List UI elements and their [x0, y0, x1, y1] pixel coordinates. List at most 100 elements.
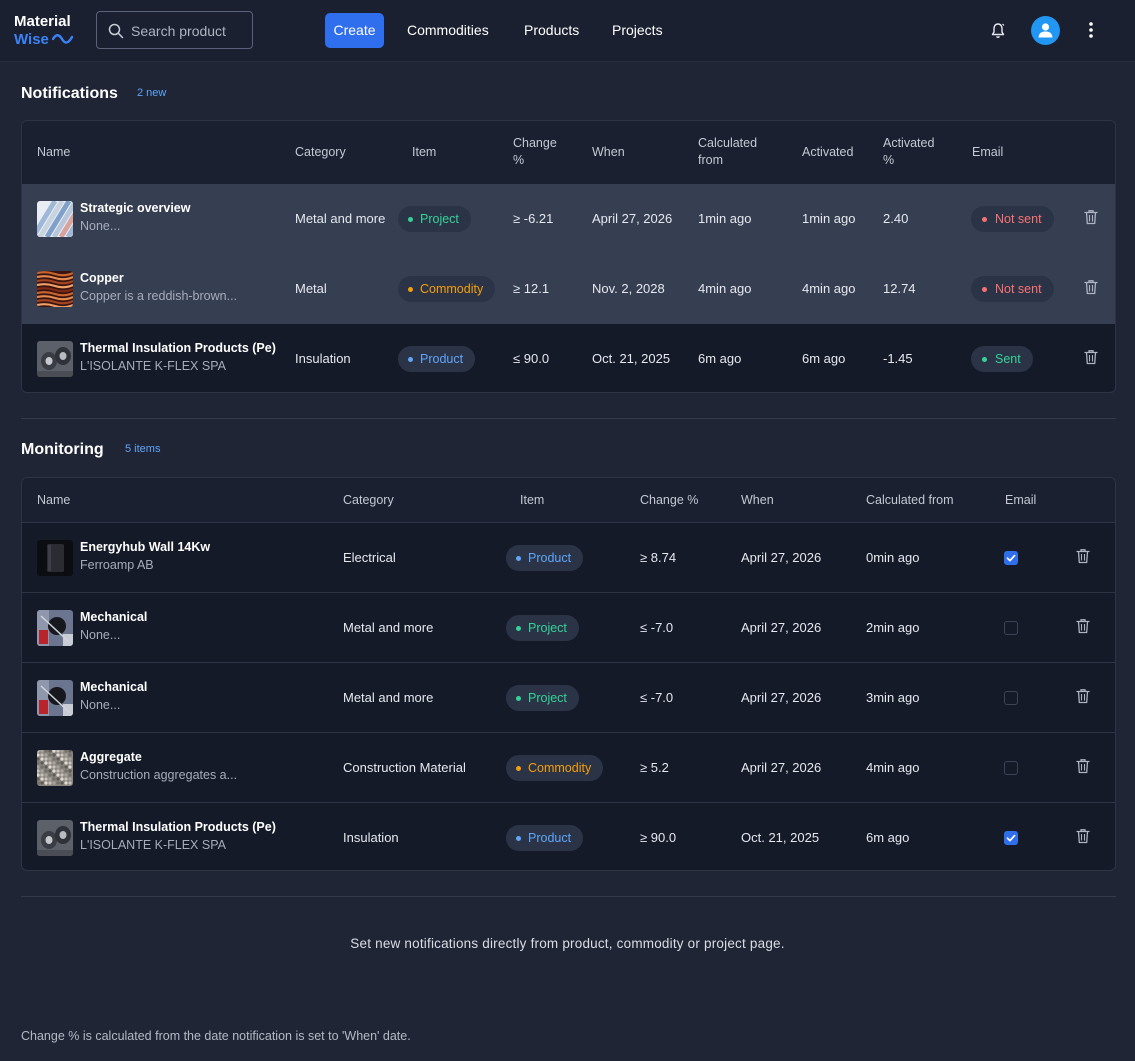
nav-products[interactable]: Products	[524, 13, 579, 48]
delete-icon[interactable]	[1076, 828, 1090, 847]
category-cell: Construction Material	[343, 760, 466, 775]
col-change: Change %	[513, 136, 557, 167]
delete-icon[interactable]	[1084, 279, 1098, 298]
item-thumbnail	[37, 750, 73, 786]
delete-icon[interactable]	[1084, 209, 1098, 228]
activated-pct-cell: 2.40	[883, 211, 909, 226]
table-row[interactable]: Mechanical None... Metal and more Project ≤ …	[22, 592, 1115, 662]
col-name: Name	[37, 493, 71, 507]
col-calculated-from: Calculated from	[866, 493, 954, 507]
item-description: L'ISOLANTE K-FLEX SPA	[80, 359, 226, 373]
section-divider	[21, 896, 1116, 897]
change-cell: ≤ -7.0	[640, 690, 674, 705]
item-name[interactable]: Copper	[80, 271, 124, 285]
item-thumbnail	[37, 201, 73, 237]
wave-icon	[52, 34, 74, 44]
email-checkbox[interactable]	[1004, 551, 1018, 565]
table-row[interactable]: Thermal Insulation Products (Pe) L'ISOLAN…	[22, 802, 1115, 870]
check-icon	[1006, 554, 1016, 562]
activated-cell: 4min ago	[802, 281, 856, 296]
col-item: Item	[412, 145, 437, 159]
delete-icon[interactable]	[1076, 758, 1090, 777]
search-input[interactable]	[131, 20, 249, 42]
monitoring-count: 5 items	[125, 443, 161, 455]
item-thumbnail	[37, 680, 73, 716]
when-cell: April 27, 2026	[741, 620, 822, 635]
when-cell: Oct. 21, 2025	[592, 351, 671, 366]
table-row[interactable]: Energyhub Wall 14Kw Ferroamp AB Electrical…	[22, 522, 1115, 592]
item-type-badge: Commodity	[398, 276, 496, 302]
item-type-badge: Project	[506, 685, 579, 711]
category-cell: Metal and more	[343, 620, 434, 635]
when-cell: April 27, 2026	[741, 550, 822, 565]
change-cell: ≥ -6.21	[513, 211, 554, 226]
category-cell: Metal and more	[295, 211, 386, 226]
col-category: Category	[295, 145, 346, 159]
activated-cell: 1min ago	[802, 211, 856, 226]
col-calculated-from: Calculated from	[698, 136, 758, 167]
when-cell: April 27, 2026	[592, 211, 673, 226]
table-row[interactable]: Mechanical None... Metal and more Project ≤ …	[22, 662, 1115, 732]
change-cell: ≥ 90.0	[640, 830, 677, 845]
search-box[interactable]	[96, 11, 253, 49]
table-header: Name Category Item Change % When Calcula…	[22, 121, 1115, 184]
item-type-badge: Product	[398, 346, 476, 372]
email-checkbox[interactable]	[1004, 831, 1018, 845]
bell-icon[interactable]	[990, 22, 1006, 39]
change-cell: ≥ 5.2	[640, 760, 669, 775]
email-status-badge: Sent	[971, 346, 1033, 372]
item-type-badge: Project	[398, 206, 471, 232]
table-row[interactable]: Copper Copper is a reddish-brown... Metal C…	[22, 254, 1115, 324]
item-description: L'ISOLANTE K-FLEX SPA	[80, 838, 226, 852]
monitoring-title: Monitoring	[21, 441, 104, 458]
category-cell: Insulation	[295, 351, 351, 366]
when-cell: Nov. 2, 2028	[592, 281, 665, 296]
table-header: Name Category Item Change % When Calcula…	[22, 478, 1115, 522]
col-when: When	[592, 145, 625, 159]
delete-icon[interactable]	[1084, 349, 1098, 368]
user-avatar[interactable]	[1031, 16, 1060, 45]
col-when: When	[741, 493, 774, 507]
logo-line1: Material	[14, 13, 71, 30]
nav-projects[interactable]: Projects	[612, 13, 663, 48]
email-checkbox[interactable]	[1004, 761, 1018, 775]
change-cell: ≤ 90.0	[513, 351, 550, 366]
more-vertical-icon[interactable]	[1088, 22, 1094, 38]
item-name[interactable]: Energyhub Wall 14Kw	[80, 540, 210, 554]
notifications-title: Notifications	[21, 85, 118, 102]
delete-icon[interactable]	[1076, 688, 1090, 707]
item-name[interactable]: Strategic overview	[80, 201, 190, 215]
table-row[interactable]: Strategic overview None... Metal and more P…	[22, 184, 1115, 254]
when-cell: April 27, 2026	[741, 760, 822, 775]
email-status-badge: Not sent	[971, 206, 1054, 232]
delete-icon[interactable]	[1076, 618, 1090, 637]
category-cell: Electrical	[343, 550, 396, 565]
table-row[interactable]: Aggregate Construction aggregates a... Con…	[22, 732, 1115, 802]
item-thumbnail	[37, 610, 73, 646]
item-name[interactable]: Mechanical	[80, 680, 147, 694]
category-cell: Metal	[295, 281, 327, 296]
item-thumbnail	[37, 341, 73, 377]
table-row[interactable]: Thermal Insulation Products (Pe) L'ISOLAN…	[22, 324, 1115, 392]
calculated-from-cell: 0min ago	[866, 550, 920, 565]
item-name[interactable]: Aggregate	[80, 750, 142, 764]
nav-commodities[interactable]: Commodities	[407, 13, 489, 48]
item-thumbnail	[37, 820, 73, 856]
email-checkbox[interactable]	[1004, 621, 1018, 635]
search-icon	[108, 23, 124, 39]
col-activated-pct: Activated %	[883, 136, 935, 167]
activated-cell: 6m ago	[802, 351, 846, 366]
delete-icon[interactable]	[1076, 548, 1090, 567]
item-name[interactable]: Thermal Insulation Products (Pe)	[80, 820, 276, 834]
col-change: Change %	[640, 493, 699, 507]
item-name[interactable]: Mechanical	[80, 610, 147, 624]
item-name[interactable]: Thermal Insulation Products (Pe)	[80, 341, 276, 355]
app-logo[interactable]: Material Wise	[14, 13, 74, 49]
item-description: Ferroamp AB	[80, 558, 154, 572]
create-button[interactable]: Create	[325, 13, 384, 48]
calculated-from-cell: 4min ago	[866, 760, 920, 775]
item-description: Construction aggregates a...	[80, 768, 238, 782]
email-checkbox[interactable]	[1004, 691, 1018, 705]
calculated-from-cell: 1min ago	[698, 211, 752, 226]
item-description: None...	[80, 698, 121, 712]
